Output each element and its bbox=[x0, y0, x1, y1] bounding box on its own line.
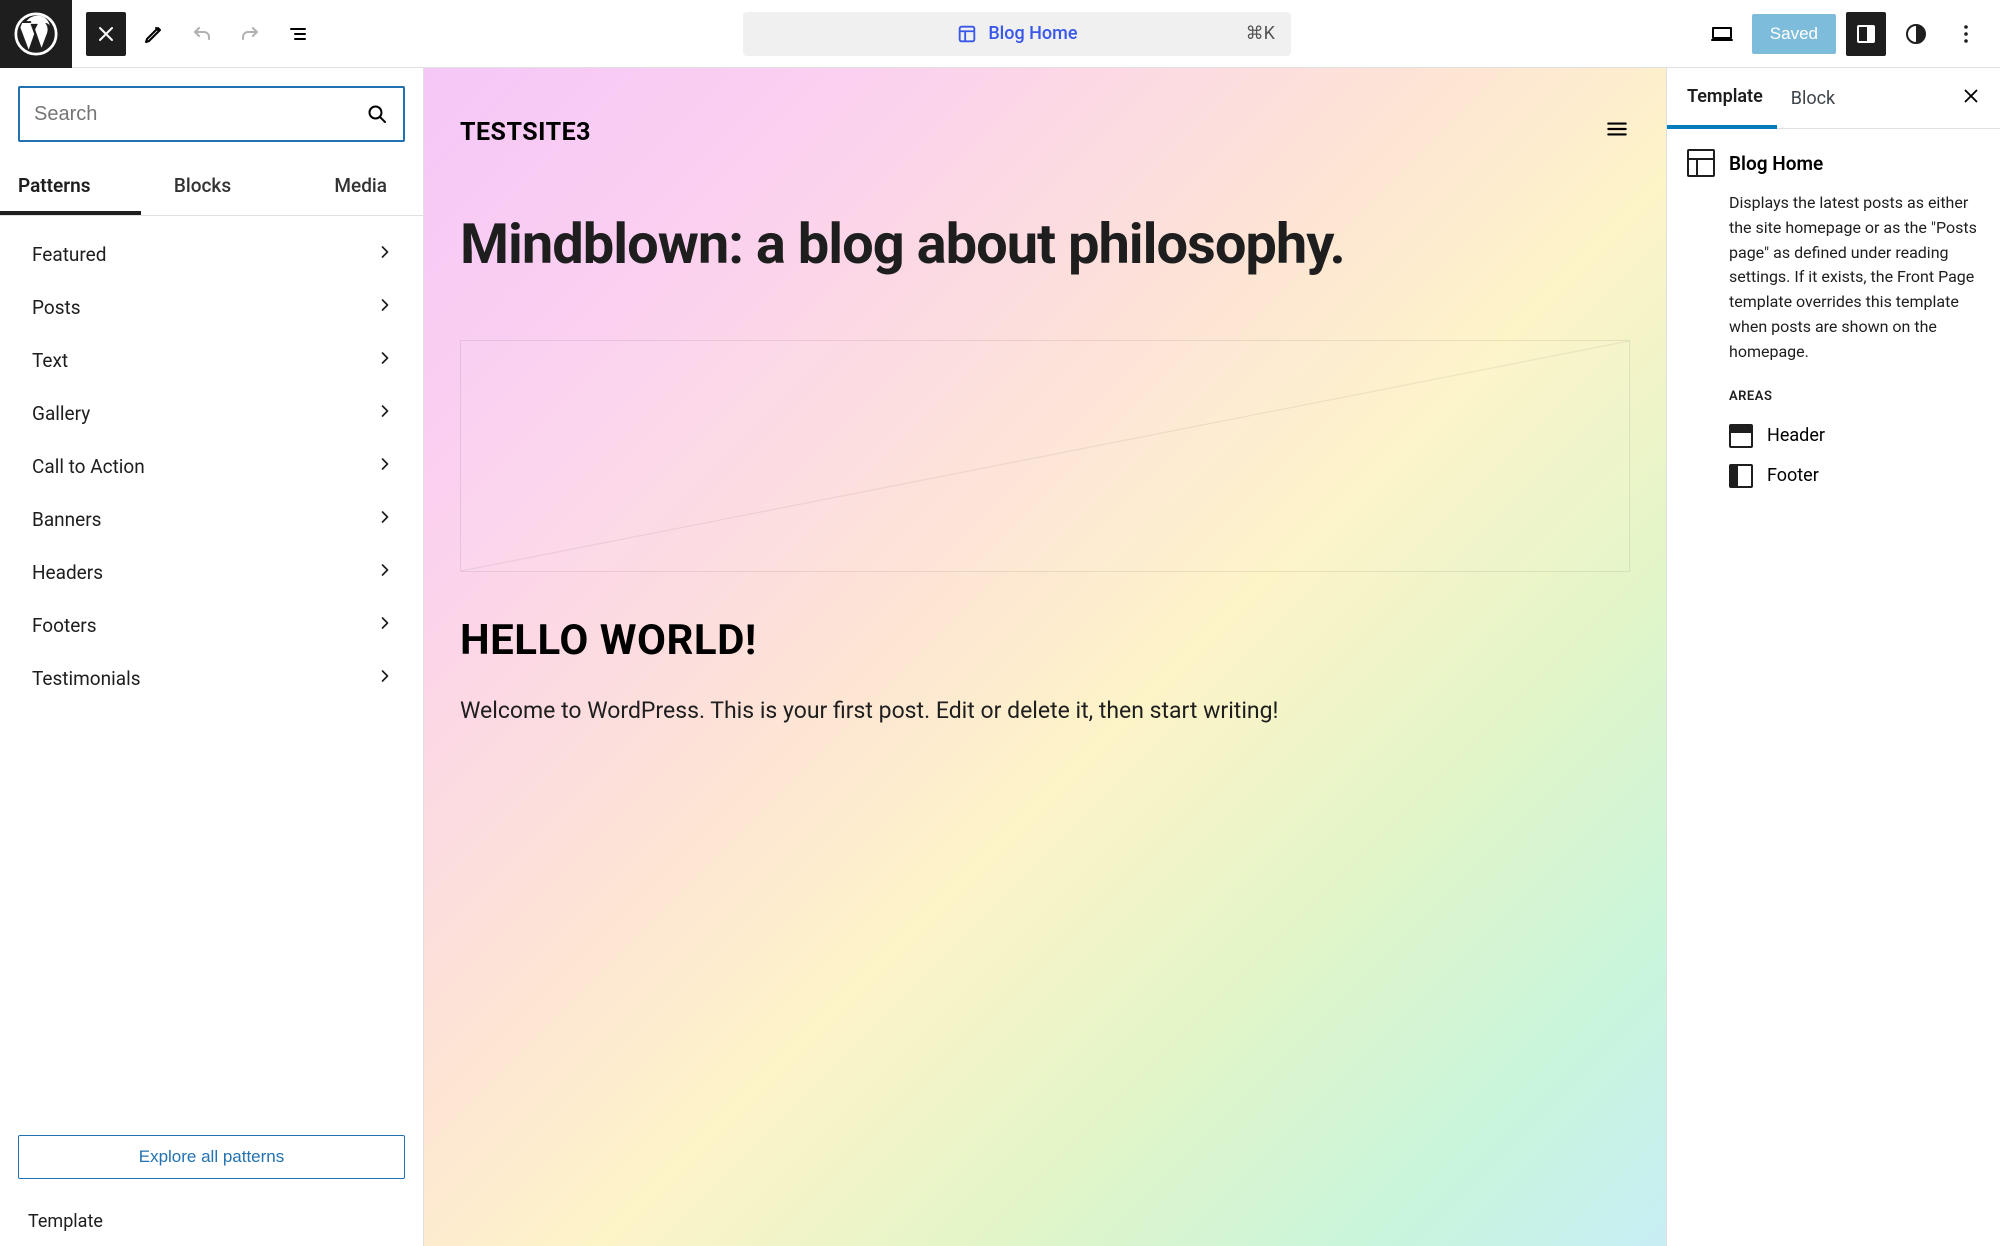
category-label: Footers bbox=[32, 614, 97, 637]
close-icon bbox=[94, 22, 118, 46]
search-input[interactable] bbox=[34, 103, 365, 126]
pattern-category-item[interactable]: Text bbox=[0, 334, 423, 387]
areas-heading: AREAS bbox=[1729, 389, 1980, 404]
undo-icon bbox=[190, 22, 214, 46]
pattern-category-item[interactable]: Testimonials bbox=[0, 652, 423, 705]
redo-icon bbox=[238, 22, 262, 46]
list-view-icon bbox=[286, 22, 310, 46]
category-label: Headers bbox=[32, 561, 103, 584]
tab-media[interactable]: Media bbox=[264, 160, 423, 215]
pattern-category-item[interactable]: Call to Action bbox=[0, 440, 423, 493]
chevron-right-icon bbox=[375, 295, 395, 320]
post-title[interactable]: HELLO WORLD! bbox=[460, 616, 1630, 665]
category-label: Testimonials bbox=[32, 667, 141, 690]
page-title: Blog Home bbox=[988, 23, 1077, 44]
styles-icon bbox=[1904, 22, 1928, 46]
pencil-icon bbox=[142, 22, 166, 46]
tab-blocks[interactable]: Blocks bbox=[141, 160, 264, 215]
undo-button[interactable] bbox=[182, 12, 222, 56]
chevron-right-icon bbox=[375, 613, 395, 638]
chevron-right-icon bbox=[375, 348, 395, 373]
template-layout-icon bbox=[1687, 149, 1715, 177]
category-label: Gallery bbox=[32, 402, 90, 425]
chevron-right-icon bbox=[375, 242, 395, 267]
keyboard-shortcut: ⌘K bbox=[1246, 23, 1275, 44]
pattern-category-item[interactable]: Headers bbox=[0, 546, 423, 599]
pattern-categories: Featured Posts Text Gallery Call to Action Ba… bbox=[0, 216, 423, 1117]
search-box bbox=[18, 86, 405, 142]
edit-tool-button[interactable] bbox=[134, 12, 174, 56]
pattern-category-item[interactable]: Posts bbox=[0, 281, 423, 334]
layout-icon bbox=[956, 23, 978, 45]
settings-sidebar-toggle[interactable] bbox=[1846, 12, 1886, 56]
chevron-right-icon bbox=[375, 560, 395, 585]
area-label: Footer bbox=[1767, 465, 1819, 486]
settings-tabs: Template Block bbox=[1667, 68, 2000, 129]
template-description: Displays the latest posts as either the … bbox=[1729, 191, 1980, 365]
pattern-category-item[interactable]: Footers bbox=[0, 599, 423, 652]
category-label: Featured bbox=[32, 243, 106, 266]
tab-block[interactable]: Block bbox=[1777, 70, 1849, 127]
category-label: Banners bbox=[32, 508, 101, 531]
explore-patterns-button[interactable]: Explore all patterns bbox=[18, 1135, 405, 1179]
redo-button[interactable] bbox=[230, 12, 270, 56]
chevron-right-icon bbox=[375, 666, 395, 691]
document-overview-button[interactable] bbox=[278, 12, 318, 56]
close-inserter-button[interactable] bbox=[86, 12, 126, 56]
close-icon bbox=[1960, 85, 1982, 107]
footer-area-icon bbox=[1729, 464, 1753, 488]
chevron-right-icon bbox=[375, 454, 395, 479]
styles-button[interactable] bbox=[1896, 12, 1936, 56]
page-heading[interactable]: Mindblown: a blog about philosophy. bbox=[460, 213, 1630, 276]
site-title[interactable]: TESTSITE3 bbox=[460, 118, 591, 147]
wordpress-logo[interactable] bbox=[0, 0, 72, 68]
tab-template[interactable]: Template bbox=[1667, 68, 1777, 129]
post-excerpt[interactable]: Welcome to WordPress. This is your first… bbox=[460, 693, 1630, 729]
header-area-icon bbox=[1729, 424, 1753, 448]
close-sidebar-button[interactable] bbox=[1942, 85, 2000, 111]
tab-patterns[interactable]: Patterns bbox=[0, 160, 141, 215]
top-toolbar: Blog Home ⌘K Saved bbox=[0, 0, 2000, 68]
page-title-bar[interactable]: Blog Home ⌘K bbox=[743, 12, 1291, 56]
inserter-panel: Patterns Blocks Media Featured Posts Text G… bbox=[0, 68, 424, 1246]
nav-menu-button[interactable] bbox=[1604, 116, 1630, 149]
more-vertical-icon bbox=[1954, 22, 1978, 46]
inserter-tabs: Patterns Blocks Media bbox=[0, 160, 423, 216]
sidebar-icon bbox=[1854, 22, 1878, 46]
area-label: Header bbox=[1767, 425, 1825, 446]
save-button[interactable]: Saved bbox=[1752, 14, 1836, 54]
template-title: Blog Home bbox=[1729, 152, 1823, 175]
editor-canvas[interactable]: TESTSITE3 Mindblown: a blog about philos… bbox=[424, 68, 1666, 1246]
chevron-right-icon bbox=[375, 507, 395, 532]
pattern-category-item[interactable]: Featured bbox=[0, 228, 423, 281]
search-icon bbox=[365, 102, 389, 126]
category-label: Call to Action bbox=[32, 455, 145, 478]
menu-icon bbox=[1604, 116, 1630, 142]
featured-image-placeholder[interactable] bbox=[460, 340, 1630, 572]
category-label: Posts bbox=[32, 296, 81, 319]
category-label: Text bbox=[32, 349, 68, 372]
area-item-footer[interactable]: Footer bbox=[1729, 456, 1980, 496]
chevron-right-icon bbox=[375, 401, 395, 426]
desktop-icon bbox=[1710, 22, 1734, 46]
pattern-category-item[interactable]: Gallery bbox=[0, 387, 423, 440]
pattern-category-item[interactable]: Banners bbox=[0, 493, 423, 546]
area-item-header[interactable]: Header bbox=[1729, 416, 1980, 456]
breadcrumb-template[interactable]: Template bbox=[0, 1197, 423, 1246]
options-button[interactable] bbox=[1946, 12, 1986, 56]
view-button[interactable] bbox=[1702, 12, 1742, 56]
settings-sidebar: Template Block Blog Home Displays the la… bbox=[1666, 68, 2000, 1246]
